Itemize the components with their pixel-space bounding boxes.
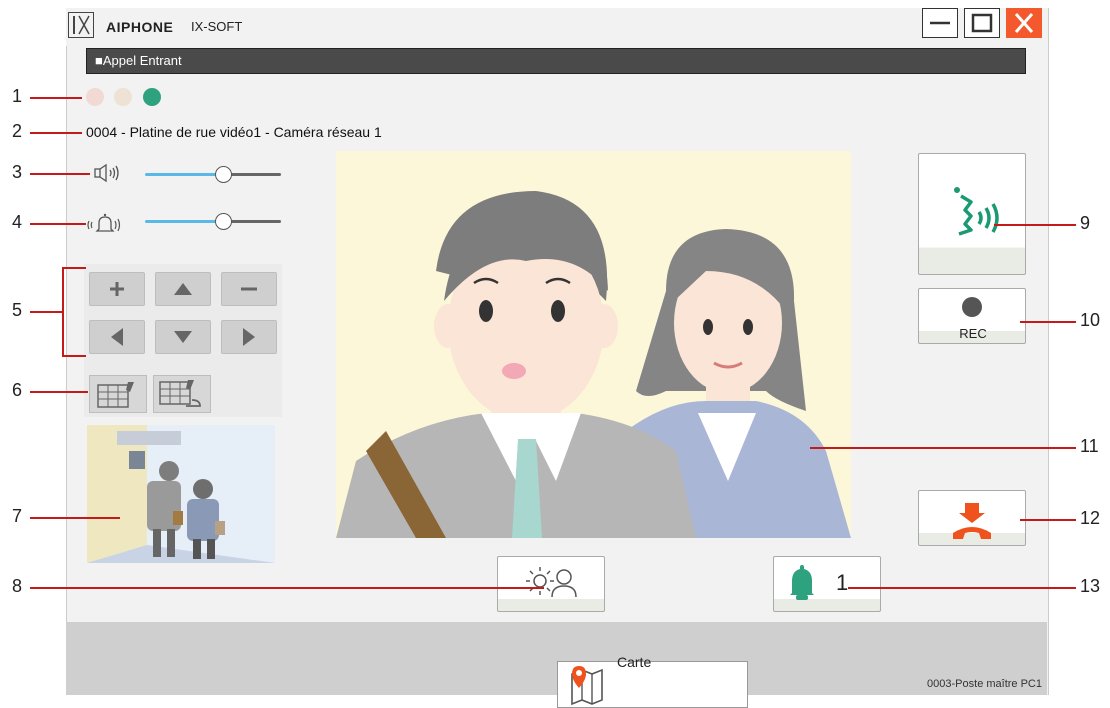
callout-bracket-5 bbox=[62, 267, 86, 357]
caller-station-name: 0004 - Platine de rue vidéo1 - Caméra ré… bbox=[86, 124, 382, 140]
split-screen-button[interactable] bbox=[89, 375, 147, 413]
callout-number-5: 5 bbox=[12, 300, 23, 320]
triangle-up-icon bbox=[174, 283, 192, 295]
brand-name: AIPHONE bbox=[106, 19, 174, 35]
callout-number-2: 2 bbox=[12, 121, 23, 141]
callout-number-13: 13 bbox=[1080, 576, 1101, 596]
minus-icon bbox=[241, 287, 257, 291]
product-name: IX-SOFT bbox=[191, 19, 243, 34]
speaker-volume-knob[interactable] bbox=[215, 166, 232, 183]
close-button[interactable] bbox=[1006, 8, 1042, 38]
split-return-icon bbox=[159, 380, 201, 407]
speaker-volume-icon bbox=[92, 163, 126, 188]
incoming-call-header: ■Appel Entrant bbox=[86, 48, 1026, 74]
minimize-button[interactable] bbox=[922, 8, 958, 38]
zoom-out-button[interactable] bbox=[221, 272, 277, 306]
callout-number-9: 9 bbox=[1080, 213, 1091, 233]
split-return-button[interactable] bbox=[153, 375, 211, 413]
callout-number-6: 6 bbox=[12, 380, 23, 400]
callout-line-5 bbox=[30, 311, 62, 313]
callout-line-7 bbox=[30, 517, 120, 519]
callout-line-12 bbox=[1020, 519, 1076, 521]
ringtone-volume-knob[interactable] bbox=[215, 213, 232, 230]
main-camera-video[interactable] bbox=[336, 151, 851, 538]
triangle-left-icon bbox=[111, 328, 123, 346]
main-camera-image bbox=[336, 151, 851, 538]
callout-line-2 bbox=[30, 132, 82, 134]
pan-left-button[interactable] bbox=[89, 320, 145, 354]
callout-line-10 bbox=[1020, 321, 1076, 323]
plus-icon bbox=[110, 282, 124, 296]
bell-button[interactable] bbox=[773, 556, 881, 612]
record-icon bbox=[962, 297, 982, 317]
station-status-text: 0003-Poste maître PC1 bbox=[927, 678, 1042, 690]
speaker-volume-track[interactable] bbox=[225, 173, 281, 176]
ringtone-volume-track[interactable] bbox=[225, 220, 281, 223]
hangup-icon bbox=[953, 503, 991, 539]
ix-logo-mark bbox=[73, 15, 90, 35]
ix-logo bbox=[68, 12, 94, 38]
brightness-person-icon bbox=[526, 567, 577, 598]
sub-camera-image bbox=[87, 425, 275, 563]
maximize-icon bbox=[971, 13, 993, 33]
sub-camera-video[interactable] bbox=[87, 425, 275, 563]
status-light-2 bbox=[114, 88, 132, 106]
ringtone-volume-icon bbox=[86, 211, 126, 240]
callout-number-3: 3 bbox=[12, 162, 23, 182]
callout-line-1 bbox=[30, 97, 82, 99]
status-light-1 bbox=[86, 88, 104, 106]
zoom-in-button[interactable] bbox=[89, 272, 145, 306]
close-icon bbox=[1014, 13, 1034, 33]
talk-icon bbox=[954, 187, 999, 236]
callout-number-8: 8 bbox=[12, 576, 23, 596]
hangup-button[interactable] bbox=[918, 490, 1026, 546]
triangle-right-icon bbox=[243, 328, 255, 346]
status-light-3 bbox=[143, 88, 161, 106]
map-button-label: Carte bbox=[617, 654, 652, 670]
callout-number-10: 10 bbox=[1080, 310, 1101, 330]
maximize-button[interactable] bbox=[964, 8, 1000, 38]
speaker-volume-fill bbox=[145, 173, 225, 176]
talk-button[interactable] bbox=[918, 153, 1026, 275]
pan-up-button[interactable] bbox=[155, 272, 211, 306]
footer-band bbox=[66, 622, 1047, 652]
callout-number-7: 7 bbox=[12, 506, 23, 526]
minimize-icon bbox=[930, 21, 950, 25]
map-button[interactable] bbox=[557, 661, 748, 708]
bell-icon bbox=[790, 565, 814, 600]
split-screen-icon bbox=[97, 382, 134, 408]
callout-line-3 bbox=[30, 173, 90, 175]
callout-line-11 bbox=[810, 447, 1076, 449]
callout-line-6 bbox=[30, 391, 88, 393]
pan-down-button[interactable] bbox=[155, 320, 211, 354]
map-icon bbox=[571, 666, 603, 706]
callout-number-1: 1 bbox=[12, 86, 23, 106]
ringtone-volume-fill bbox=[145, 220, 225, 223]
callout-line-8 bbox=[30, 587, 544, 589]
callout-line-4 bbox=[30, 223, 86, 225]
rec-label: REC bbox=[959, 326, 987, 341]
triangle-down-icon bbox=[174, 331, 192, 343]
pan-right-button[interactable] bbox=[221, 320, 277, 354]
callout-number-11: 11 bbox=[1080, 436, 1099, 456]
bell-count: 1 bbox=[836, 570, 849, 595]
callout-line-13 bbox=[848, 587, 1076, 589]
callout-number-12: 12 bbox=[1080, 508, 1101, 528]
callout-line-9 bbox=[994, 224, 1076, 226]
brightness-button[interactable] bbox=[497, 556, 605, 612]
callout-number-4: 4 bbox=[12, 212, 23, 232]
